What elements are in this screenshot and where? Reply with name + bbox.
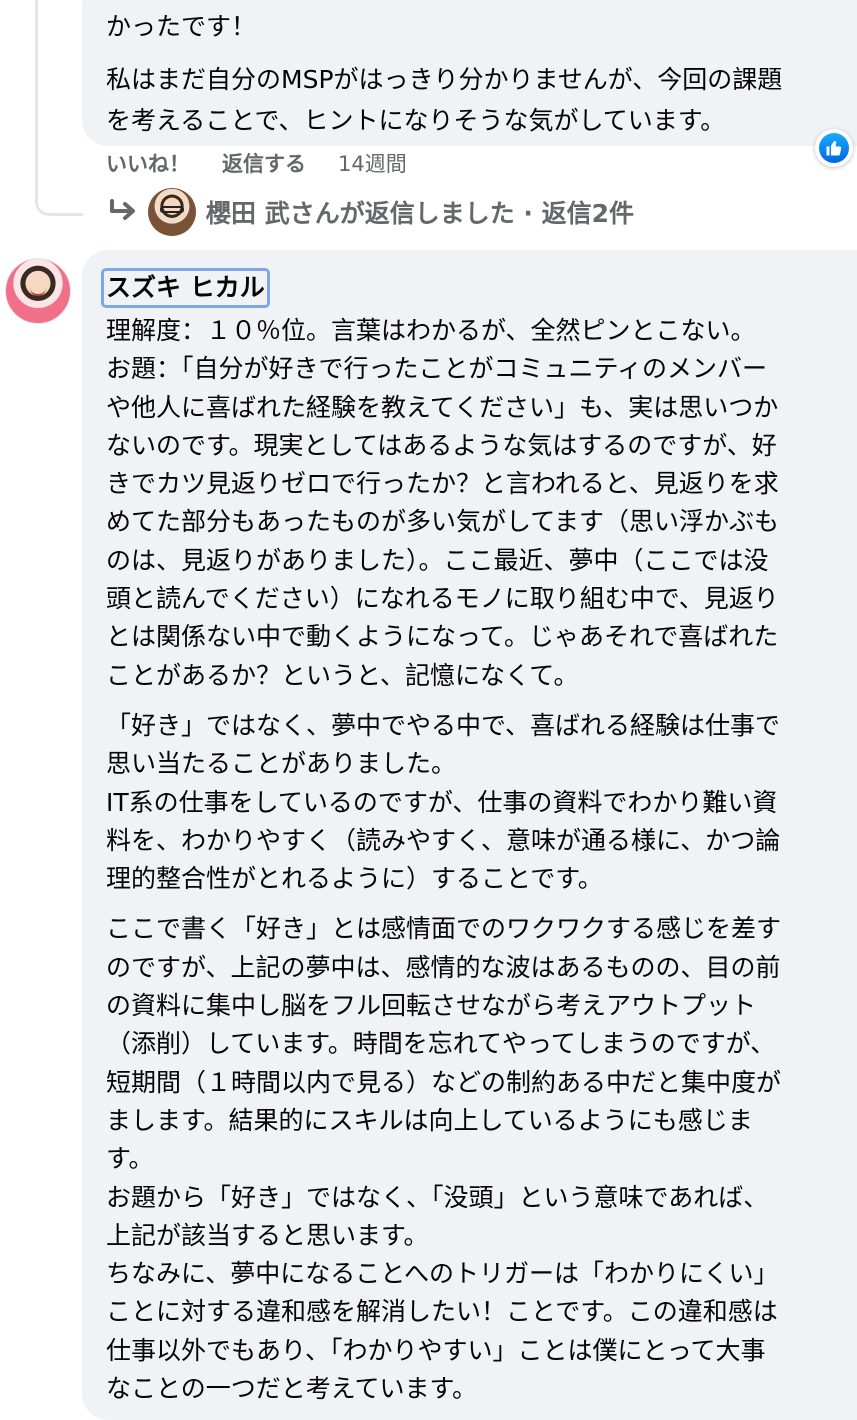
comment-bubble: スズキ ヒカル 理解度：１０％位。言葉はわかるが、全然ピンとこない。 お題：「自… (82, 250, 857, 1420)
comment-paragraph: 理解度：１０％位。言葉はわかるが、全然ピンとこない。 お題：「自分が好きで行った… (106, 316, 780, 690)
comment-paragraph: 「好き」ではなく、夢中でやる中で、喜ばれる経験は仕事で 思い当たることがありまし… (106, 710, 781, 894)
comment-author[interactable]: スズキ ヒカル (101, 268, 270, 308)
comment-actions: いいね！ 返信する 14週間 (106, 148, 439, 178)
previous-comment-line: かったです！ (106, 12, 257, 41)
thumbs-up-icon[interactable] (815, 129, 853, 167)
thread-connector-elbow (35, 200, 83, 216)
thread-connector-line (35, 0, 38, 203)
view-replies-link[interactable]: 櫻田 武さんが返信しました · 返信2件 (106, 188, 634, 236)
avatar[interactable] (5, 258, 71, 324)
previous-comment-bubble: かったです！ 私はまだ自分のMSPがはっきり分かりませんが、今回の課題 を考える… (82, 0, 857, 146)
previous-comment-body: 私はまだ自分のMSPがはっきり分かりませんが、今回の課題 を考えることで、ヒント… (106, 65, 783, 135)
like-button[interactable]: いいね！ (106, 148, 190, 178)
comment-timestamp[interactable]: 14週間 (338, 148, 407, 178)
reply-summary[interactable]: 櫻田 武さんが返信しました · 返信2件 (206, 194, 634, 230)
reply-arrow-icon (110, 199, 135, 220)
comment-paragraph: ここで書く「好き」とは感情面でのワクワクする感じを差す のですが、上記の夢中は、… (106, 914, 782, 1404)
replier-avatar[interactable] (148, 188, 196, 236)
reply-button[interactable]: 返信する (222, 148, 306, 178)
